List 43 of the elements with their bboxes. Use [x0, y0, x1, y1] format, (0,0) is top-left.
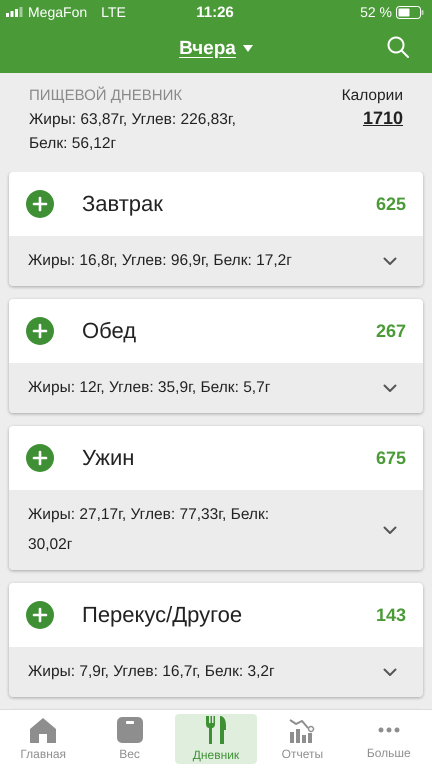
- fork-knife-icon: [204, 716, 227, 744]
- network-type: LTE: [101, 4, 126, 20]
- macros-text: Жиры: 12г, Углев: 35,9г, Белк: 5,7г: [28, 378, 270, 398]
- house-icon: [29, 717, 58, 743]
- chart-icon: [288, 717, 316, 743]
- meal-calories: 267: [376, 320, 406, 342]
- add-icon[interactable]: [26, 190, 54, 218]
- caret-icon: [242, 45, 253, 52]
- more-icon: [378, 727, 400, 733]
- meal-calories: 625: [376, 194, 406, 214]
- add-icon[interactable]: [26, 601, 54, 629]
- add-icon[interactable]: [26, 444, 54, 472]
- add-icon[interactable]: [26, 317, 54, 345]
- macros-text: Жиры: 63,87г, Углев: 226,83г, Белк: 56,12г: [29, 110, 237, 154]
- meal-name: Завтрак: [82, 191, 164, 217]
- tab[interactable]: Дневник: [174, 714, 257, 764]
- date-selector[interactable]: Вчера: [175, 36, 257, 62]
- chevron-down-icon[interactable]: [383, 526, 397, 534]
- battery-icon: [396, 6, 424, 18]
- meal-name: Перекус/Другое: [82, 602, 244, 628]
- macros-text: Жиры: 7,9г, Углев: 16,7г, Белк: 3,2г: [28, 662, 275, 682]
- chevron-down-icon[interactable]: [383, 256, 397, 266]
- signal-icon: [6, 7, 24, 17]
- macros-text: Жиры: 27,17г, Углев: 77,33г, Белк: 30,02г: [28, 505, 270, 555]
- calories-label: Калории: [342, 87, 403, 105]
- tab[interactable]: Отчеты: [261, 714, 344, 764]
- meal-name: Ужин: [82, 445, 136, 471]
- section-title: ПИЩЕВОЙ ДНЕВНИК: [29, 87, 184, 104]
- tab[interactable]: Вес: [88, 714, 171, 764]
- meal-name: Обед: [82, 318, 138, 344]
- battery-percent: 52 %: [360, 4, 392, 20]
- meal-calories: 675: [376, 448, 406, 468]
- meal-calories: 143: [376, 604, 406, 626]
- tab[interactable]: Больше: [348, 714, 430, 764]
- macros-text: Жиры: 16,8г, Углев: 96,9г, Белк: 17,2г: [28, 251, 292, 271]
- carrier-name: MegaFon: [28, 4, 88, 20]
- calories-total[interactable]: 1710: [362, 108, 403, 128]
- chevron-down-icon[interactable]: [383, 384, 397, 392]
- scale-icon: [116, 717, 143, 743]
- clock: 11:26: [196, 4, 234, 20]
- search-icon[interactable]: [386, 35, 410, 59]
- chevron-down-icon[interactable]: [383, 668, 397, 676]
- tab[interactable]: Главная: [2, 714, 84, 764]
